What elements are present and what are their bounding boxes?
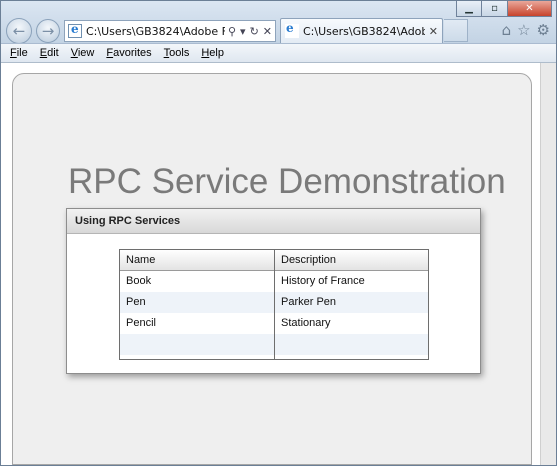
cell-description <box>275 334 428 355</box>
back-arrow-icon: ← <box>12 22 26 40</box>
flash-application: RPC Service Demonstration Using RPC Serv… <box>12 73 532 465</box>
column-header-name[interactable]: Name <box>120 250 275 270</box>
address-bar[interactable]: C:\Users\GB3824\Adobe Flash ⚲ ▾ ↻ ✕ <box>64 20 276 42</box>
browser-tab[interactable]: C:\Users\GB3824\Adobe Fla... ✕ <box>280 18 443 43</box>
panel-title: Using RPC Services <box>67 209 480 234</box>
cell-name: Book <box>126 275 152 287</box>
cell-description: Stationary <box>281 317 331 329</box>
menu-help[interactable]: Help <box>196 47 229 59</box>
page-icon <box>68 22 82 38</box>
rpc-panel: Using RPC Services Name Description Book… <box>66 208 481 374</box>
data-grid[interactable]: Name Description Book History of France … <box>119 249 429 360</box>
back-button[interactable]: ← <box>6 18 32 44</box>
menu-tools[interactable]: Tools <box>159 47 195 59</box>
minimize-button[interactable]: ▁ <box>456 1 482 17</box>
menu-file[interactable]: File <box>5 47 33 59</box>
stop-icon[interactable]: ✕ <box>263 25 272 38</box>
window-controls: ▁ ▫ ✕ <box>456 1 552 17</box>
browser-command-icons: ⌂ ☆ ⚙ <box>502 21 550 39</box>
refresh-icon[interactable]: ↻ <box>250 25 259 38</box>
menu-bar: File Edit View Favorites Tools Help <box>1 43 556 63</box>
cell-name: Pencil <box>126 317 156 329</box>
tools-gear-icon[interactable]: ⚙ <box>537 21 550 39</box>
vertical-scrollbar[interactable] <box>540 63 556 465</box>
cell-description: History of France <box>281 275 365 287</box>
cell-name <box>120 334 275 355</box>
tab-title: C:\Users\GB3824\Adobe Fla... <box>303 24 425 38</box>
column-header-description[interactable]: Description <box>275 250 428 270</box>
menu-favorites[interactable]: Favorites <box>101 47 156 59</box>
menu-view[interactable]: View <box>66 47 100 59</box>
browser-window: ▁ ▫ ✕ ← → C:\Users\GB3824\Adobe Flash ⚲ … <box>0 0 557 466</box>
page-content-frame: RPC Service Demonstration Using RPC Serv… <box>1 63 556 465</box>
home-icon[interactable]: ⌂ <box>502 21 512 39</box>
browser-toolbar: ▁ ▫ ✕ ← → C:\Users\GB3824\Adobe Flash ⚲ … <box>1 1 556 44</box>
maximize-button[interactable]: ▫ <box>482 1 508 17</box>
forward-button[interactable]: → <box>36 19 60 43</box>
page-title: RPC Service Demonstration <box>68 162 506 201</box>
close-button[interactable]: ✕ <box>508 1 552 17</box>
search-icon[interactable]: ⚲ <box>228 25 236 38</box>
address-tools: ⚲ ▾ ↻ ✕ <box>225 25 275 38</box>
tab-ie-icon <box>285 21 299 38</box>
cell-description: Parker Pen <box>281 296 337 308</box>
dropdown-icon[interactable]: ▾ <box>240 25 246 38</box>
favorites-star-icon[interactable]: ☆ <box>517 21 530 39</box>
address-text[interactable]: C:\Users\GB3824\Adobe Flash <box>86 25 225 38</box>
column-divider[interactable] <box>274 250 275 359</box>
tab-close-icon[interactable]: ✕ <box>425 25 442 38</box>
menu-edit[interactable]: Edit <box>35 47 64 59</box>
cell-name: Pen <box>126 296 146 308</box>
new-tab-button[interactable] <box>444 19 468 42</box>
forward-arrow-icon: → <box>41 22 55 40</box>
